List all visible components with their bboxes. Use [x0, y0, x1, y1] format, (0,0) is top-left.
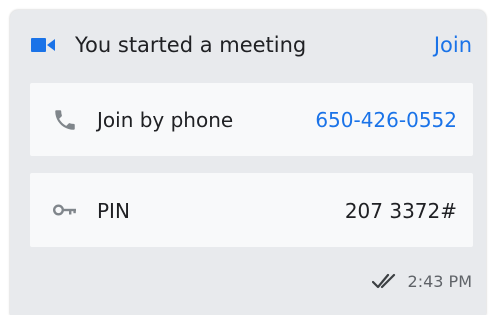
join-by-phone-row: Join by phone 650-426-0552 [30, 83, 473, 156]
phone-icon [55, 110, 75, 130]
pin-row: PIN 207 3372# [30, 173, 473, 247]
message-timestamp: 2:43 PM [407, 272, 472, 291]
meeting-title: You started a meeting [75, 33, 307, 57]
join-by-phone-label: Join by phone [97, 108, 234, 132]
join-button[interactable]: Join [434, 32, 472, 58]
meeting-header: You started a meeting Join [10, 10, 486, 80]
message-footer: 2:43 PM [371, 270, 472, 294]
double-check-icon [371, 273, 395, 289]
pin-label: PIN [97, 199, 130, 223]
meeting-message-card: You started a meeting Join Join by phone… [10, 10, 486, 315]
key-icon [52, 204, 76, 216]
pin-value: 207 3372# [344, 199, 457, 223]
phone-number-link[interactable]: 650-426-0552 [315, 107, 457, 133]
video-camera-icon [31, 38, 55, 52]
